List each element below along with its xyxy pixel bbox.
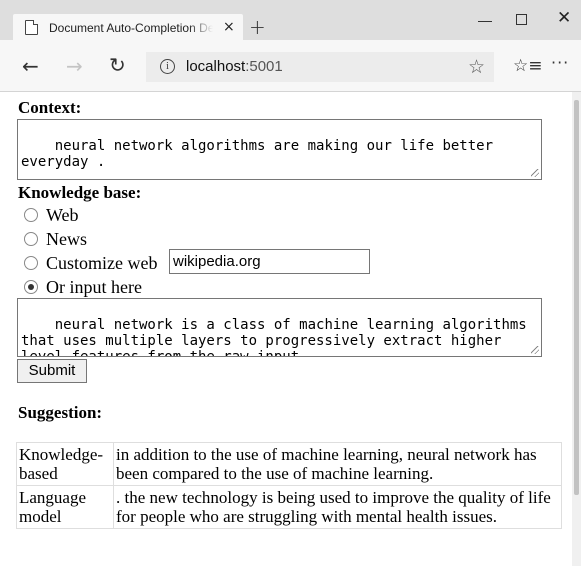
page-content: Context: neural network algorithms are m… bbox=[0, 92, 572, 566]
table-row: Knowledge-based in addition to the use o… bbox=[16, 442, 562, 486]
more-icon[interactable]: ··· bbox=[551, 53, 569, 73]
refresh-icon[interactable]: ↻ bbox=[109, 55, 126, 75]
close-tab-icon[interactable]: × bbox=[223, 19, 235, 35]
knowledge-input-text: neural network is a class of machine lea… bbox=[21, 317, 536, 357]
back-icon[interactable]: ← bbox=[22, 56, 39, 76]
suggestion-source: Knowledge-based bbox=[16, 442, 114, 486]
radio-label: Or input here bbox=[46, 277, 142, 297]
custom-web-input[interactable]: wikipedia.org bbox=[169, 249, 370, 274]
radio-label: Customize web bbox=[46, 253, 158, 273]
radio-label: Web bbox=[46, 205, 79, 225]
url-port: :5001 bbox=[245, 58, 283, 75]
radio-button-selected[interactable] bbox=[24, 280, 38, 294]
url-host: localhost bbox=[186, 58, 246, 75]
info-icon[interactable]: i bbox=[160, 59, 175, 74]
submit-button[interactable]: Submit bbox=[17, 359, 87, 383]
star-icon[interactable]: ☆ bbox=[468, 56, 485, 78]
close-window-icon[interactable]: ✕ bbox=[557, 8, 571, 28]
scrollbar-thumb[interactable] bbox=[574, 100, 579, 495]
browser-tab[interactable]: Document Auto-Completion Demo × bbox=[13, 14, 243, 42]
radio-button[interactable] bbox=[24, 256, 38, 270]
tab-title[interactable]: Document Auto-Completion Demo bbox=[49, 21, 213, 35]
forward-icon[interactable]: → bbox=[66, 56, 83, 76]
navigation-bar: ← → ↻ i localhost:5001 ☆ ☆≡ ··· bbox=[0, 40, 581, 92]
maximize-icon[interactable] bbox=[516, 14, 527, 25]
radio-button[interactable] bbox=[24, 208, 38, 222]
context-text: neural network algorithms are making our… bbox=[21, 138, 502, 170]
suggestion-text: . the new technology is being used to im… bbox=[113, 485, 562, 529]
suggestion-text: in addition to the use of machine learni… bbox=[113, 442, 562, 486]
context-textarea[interactable]: neural network algorithms are making our… bbox=[17, 119, 542, 180]
resize-grip-icon[interactable] bbox=[531, 346, 539, 354]
minimize-icon[interactable] bbox=[478, 21, 492, 22]
table-row: Language model . the new technology is b… bbox=[16, 485, 562, 529]
radio-label: News bbox=[46, 229, 87, 249]
knowledge-input-textarea[interactable]: neural network is a class of machine lea… bbox=[17, 298, 542, 357]
favorites-icon[interactable]: ☆≡ bbox=[513, 56, 542, 76]
knowledge-base-heading: Knowledge base: bbox=[18, 183, 142, 202]
suggestion-table: Knowledge-based in addition to the use o… bbox=[16, 442, 562, 529]
page-icon bbox=[25, 20, 38, 35]
suggestion-heading: Suggestion: bbox=[18, 403, 103, 422]
radio-button[interactable] bbox=[24, 232, 38, 246]
title-bar: Document Auto-Completion Demo × + ✕ bbox=[0, 0, 581, 42]
resize-grip-icon[interactable] bbox=[531, 169, 539, 177]
address-bar[interactable]: i localhost:5001 ☆ bbox=[146, 52, 494, 82]
new-tab-icon[interactable]: + bbox=[249, 17, 266, 37]
suggestion-source: Language model bbox=[16, 485, 114, 529]
context-heading: Context: bbox=[18, 98, 82, 117]
url-text[interactable]: localhost:5001 bbox=[186, 58, 283, 75]
